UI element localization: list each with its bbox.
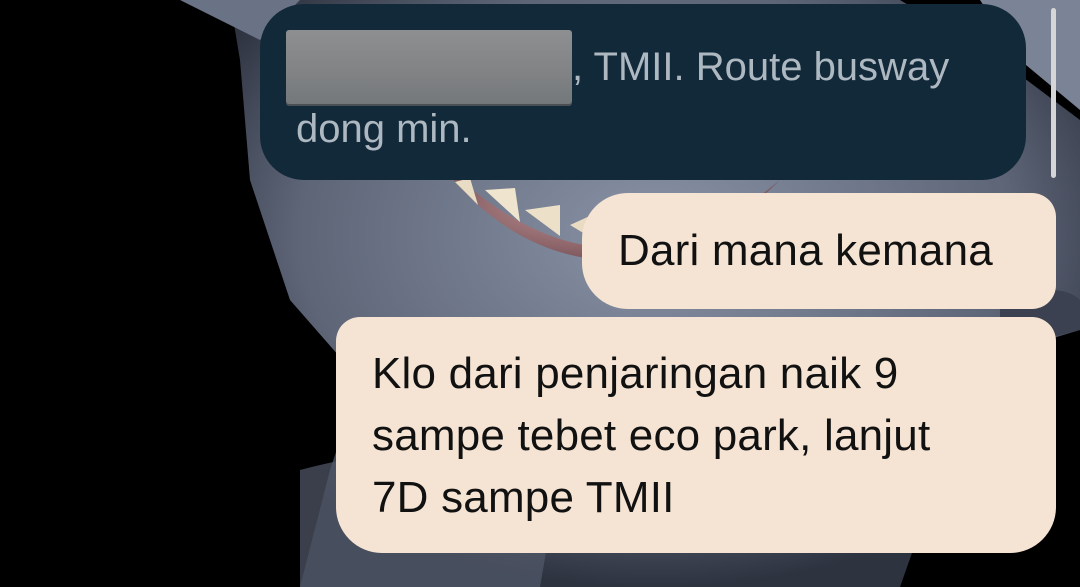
chat-screen: , TMII. Route busway dong min. Dari mana… [0, 0, 1080, 587]
outgoing-message-line: 7D sampe TMII [372, 473, 675, 522]
outgoing-message-text: Dari mana kemana [618, 226, 993, 275]
outgoing-message-bubble[interactable]: Klo dari penjaringan naik 9 sampe tebet … [336, 317, 1056, 553]
outgoing-message-bubble[interactable]: Dari mana kemana [582, 193, 1056, 309]
outgoing-message-line: Klo dari penjaringan naik 9 [372, 349, 899, 398]
outgoing-message-line: sampe tebet eco park, lanjut [372, 411, 931, 460]
scrollbar[interactable] [1051, 8, 1056, 178]
incoming-message-line-1: , TMII. Route busway [572, 45, 950, 89]
incoming-message-line-2: dong min. [296, 107, 472, 151]
redacted-text-block [286, 30, 572, 104]
